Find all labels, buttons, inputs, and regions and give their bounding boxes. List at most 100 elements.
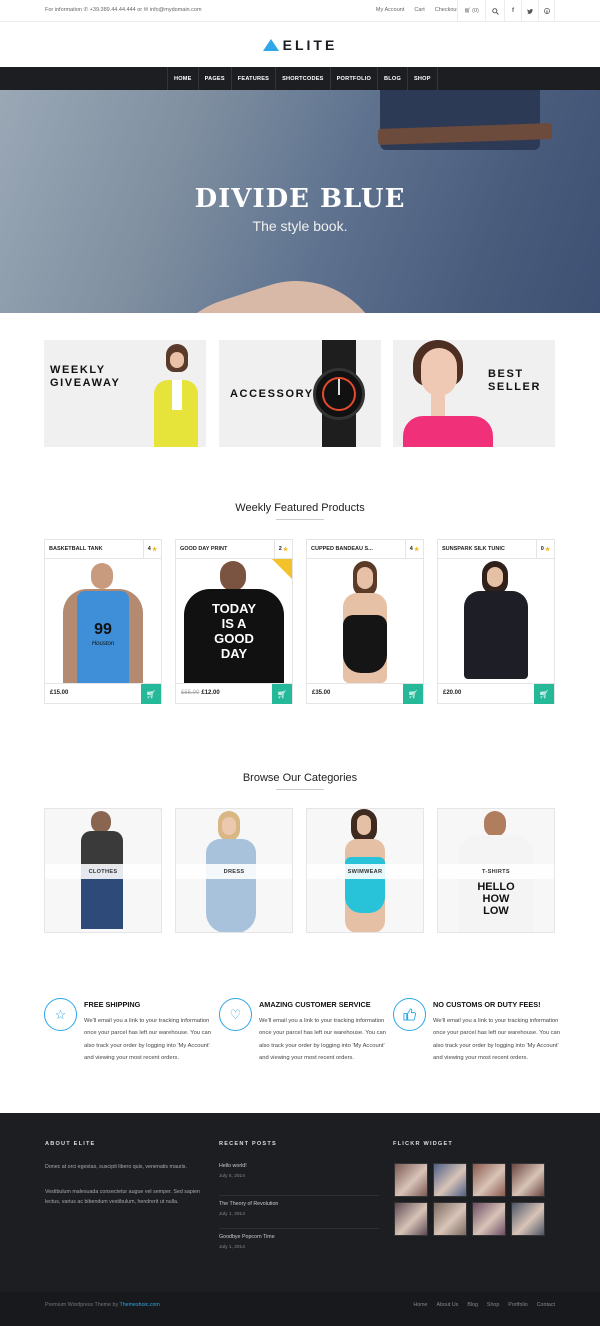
product-name[interactable]: SUNSPARK SILK TUNIC [442, 546, 505, 552]
product-footer: £20.00 🛒︎ [438, 683, 554, 704]
footer-link-shop[interactable]: Shop [487, 1302, 499, 1308]
recent-post[interactable]: Hello world! July 5, 2014 [219, 1163, 379, 1196]
category-card-clothes[interactable]: CLOTHES [44, 808, 162, 933]
categories-title: Browse Our Categories [242, 772, 358, 784]
footer-link-contact[interactable]: Contact [537, 1302, 555, 1308]
product-price: £55.00 £12.00 [181, 690, 220, 696]
star-icon: ★ [151, 546, 158, 553]
add-to-cart-button[interactable]: 🛒︎ [403, 684, 423, 704]
footer-about-title: ABOUT ELITE [45, 1141, 96, 1147]
product-card[interactable]: GOOD DAY PRINT 2 ★ TODAY IS A GOOD DAY £55.0… [175, 539, 293, 704]
shirt-print: HELLO HOW LOW [477, 881, 515, 917]
nav-item-portfolio[interactable]: PORTFOLIO [331, 67, 379, 90]
product-card[interactable]: SUNSPARK SILK TUNIC 0 ★ £20.00 🛒︎ [437, 539, 555, 704]
product-image[interactable]: 99 Houston [45, 558, 161, 684]
mini-cart-button[interactable]: 🛒︎ (0) [457, 0, 485, 22]
flickr-thumbnail[interactable] [394, 1202, 428, 1236]
watch-image [313, 368, 365, 420]
footer-link-portfolio[interactable]: Portfolio [508, 1302, 527, 1308]
product-footer: £15.00 🛒︎ [45, 683, 161, 704]
email-link[interactable]: info@mydomain.com [150, 7, 202, 13]
facebook-button[interactable]: f [504, 0, 521, 22]
post-date: July 1, 2014 [219, 1245, 245, 1250]
product-name[interactable]: BASKETBALL TANK [49, 546, 103, 552]
promo-label: BEST SELLER [488, 368, 541, 393]
nav-item-features[interactable]: FEATURES [232, 67, 277, 90]
nav-item-shop[interactable]: SHOP [408, 67, 438, 90]
info-label: For information [45, 7, 82, 13]
category-label: SWIMWEAR [307, 864, 423, 879]
heart-icon: ♡ [219, 998, 252, 1031]
old-price: £55.00 [181, 690, 200, 696]
product-card[interactable]: BASKETBALL TANK 4 ★ 99 Houston £15.00 🛒︎ [44, 539, 162, 704]
recent-posts-list: Hello world! July 5, 2014 The Theory of … [219, 1163, 379, 1262]
product-image[interactable] [438, 558, 554, 684]
nav-item-blog[interactable]: BLOG [378, 67, 408, 90]
footer-link-about-us[interactable]: About Us [437, 1302, 459, 1308]
add-to-cart-button[interactable]: 🛒︎ [272, 684, 292, 704]
mail-icon: ✉ [143, 7, 149, 13]
recent-post[interactable]: Goodbye Popcorn Time July 1, 2014 [219, 1229, 379, 1262]
star-icon: ☆ [44, 998, 77, 1031]
flickr-thumbnail[interactable] [472, 1163, 506, 1197]
site-logo[interactable]: ELITE [0, 22, 600, 67]
promo-best-seller[interactable]: BEST SELLER [393, 340, 555, 447]
product-price: £20.00 [443, 690, 462, 696]
product-card[interactable]: CUPPED BANDEAU S... 4 ★ £35.00 🛒︎ [306, 539, 424, 704]
promo-model-image [401, 340, 493, 447]
top-bar: For information ✆ +39.389.44.44.444 or ✉… [0, 0, 600, 22]
feature-title: AMAZING CUSTOMER SERVICE [259, 1000, 371, 1009]
promo-accessory[interactable]: ACCESSORY [219, 340, 381, 447]
pinterest-button[interactable]: p [538, 0, 555, 22]
nav-item-shortcodes[interactable]: SHORTCODES [276, 67, 331, 90]
post-date: July 1, 2014 [219, 1212, 245, 1217]
flickr-thumbnail[interactable] [433, 1163, 467, 1197]
cart-link[interactable]: Cart [414, 7, 424, 13]
product-image[interactable] [307, 558, 423, 684]
checkout-link[interactable]: Checkout [435, 7, 458, 13]
search-icon [491, 7, 499, 15]
search-button[interactable] [485, 0, 504, 22]
post-title[interactable]: The Theory of Revolution [219, 1201, 379, 1207]
product-name[interactable]: CUPPED BANDEAU S... [311, 546, 373, 552]
category-label: T-SHIRTS [438, 864, 554, 879]
nav-item-home[interactable]: HOME [168, 67, 199, 90]
add-to-cart-button[interactable]: 🛒︎ [534, 684, 554, 704]
flickr-thumbnail[interactable] [394, 1163, 428, 1197]
footer-about-text-1: Donec at orci egestas, suscipit libero q… [45, 1164, 187, 1170]
footer-posts-title: RECENT POSTS [219, 1141, 277, 1147]
star-icon: ★ [413, 546, 420, 553]
post-title[interactable]: Hello world! [219, 1163, 379, 1169]
nav-item-pages[interactable]: PAGES [199, 67, 232, 90]
flickr-thumbnail[interactable] [511, 1202, 545, 1236]
footer-link-home[interactable]: Home [413, 1302, 427, 1308]
product-footer: £35.00 🛒︎ [307, 683, 423, 704]
product-footer: £55.00 £12.00 🛒︎ [176, 683, 292, 704]
flickr-thumbnail[interactable] [511, 1163, 545, 1197]
post-date: July 5, 2014 [219, 1174, 245, 1179]
flickr-thumbnail[interactable] [433, 1202, 467, 1236]
promo-weekly-giveaway[interactable]: WEEKLY GIVEAWAY [44, 340, 206, 447]
footer-about-text-2: Vestibulum malesuada consectetur augue v… [45, 1189, 200, 1205]
recent-post[interactable]: The Theory of Revolution July 1, 2014 [219, 1196, 379, 1229]
category-label: DRESS [176, 864, 292, 879]
footer-link-blog[interactable]: Blog [467, 1302, 478, 1308]
phone-number[interactable]: +39.389.44.44.444 [90, 7, 136, 13]
featured-title: Weekly Featured Products [235, 502, 365, 514]
category-card-dress[interactable]: DRESS [175, 808, 293, 933]
cart-icon: 🛒︎ [538, 689, 550, 699]
twitter-button[interactable] [521, 0, 538, 22]
add-to-cart-button[interactable]: 🛒︎ [141, 684, 161, 704]
flickr-thumbnail[interactable] [472, 1202, 506, 1236]
product-rating: 4 ★ [143, 540, 161, 558]
category-card-swimwear[interactable]: SWIMWEAR [306, 808, 424, 933]
category-card-t-shirts[interactable]: HELLO HOW LOW T-SHIRTS [437, 808, 555, 933]
product-image[interactable]: TODAY IS A GOOD DAY [176, 558, 292, 684]
product-name[interactable]: GOOD DAY PRINT [180, 546, 227, 552]
promo-model-image [152, 340, 206, 447]
copyright-link[interactable]: Themeshoic.com [120, 1302, 160, 1308]
category-label: CLOTHES [45, 864, 161, 879]
my-account-link[interactable]: My Account [376, 7, 404, 13]
post-title[interactable]: Goodbye Popcorn Time [219, 1234, 379, 1240]
product-rating: 2 ★ [274, 540, 292, 558]
